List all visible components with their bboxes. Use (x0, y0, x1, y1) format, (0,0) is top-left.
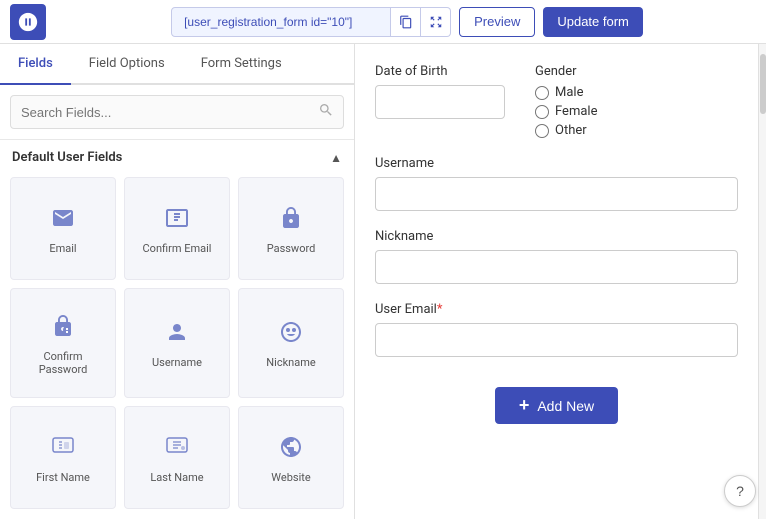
field-card-confirm-email[interactable]: Confirm Email (124, 177, 230, 280)
confirm-password-label: Confirm Password (19, 350, 107, 376)
field-card-first-name[interactable]: First Name (10, 406, 116, 509)
nickname-field-input[interactable] (375, 250, 738, 284)
help-button[interactable]: ? (724, 475, 756, 507)
user-email-field-input[interactable] (375, 323, 738, 357)
nickname-field-group: Nickname (375, 229, 738, 284)
username-label: Username (152, 356, 202, 369)
field-card-last-name[interactable]: Last Name (124, 406, 230, 509)
email-label: Email (49, 242, 76, 255)
search-box (0, 85, 354, 140)
gender-other-radio[interactable] (535, 124, 549, 138)
add-new-bar: + Add New (375, 375, 738, 438)
shortcode-bar: Preview Update form (58, 7, 756, 37)
user-email-field-group: User Email* (375, 302, 738, 357)
gender-female-radio[interactable] (535, 105, 549, 119)
field-card-nickname[interactable]: Nickname (238, 288, 344, 399)
confirm-email-label: Confirm Email (143, 242, 212, 255)
last-name-label: Last Name (150, 471, 203, 484)
scrollbar-thumb (760, 54, 766, 114)
search-input[interactable] (10, 95, 344, 129)
nickname-label: Nickname (266, 356, 315, 369)
confirm-password-icon (51, 314, 75, 344)
field-card-website[interactable]: Website (238, 406, 344, 509)
tab-field-options[interactable]: Field Options (71, 44, 183, 85)
gender-male-radio[interactable] (535, 86, 549, 100)
gender-female[interactable]: Female (535, 104, 597, 119)
add-new-label: Add New (537, 398, 594, 414)
right-scrollbar[interactable] (758, 44, 766, 519)
first-name-icon (51, 435, 75, 465)
form-preview-content: Date of Birth Gender Male Female (355, 44, 758, 519)
website-label: Website (271, 471, 310, 484)
fields-grid: Email Confirm Email Password (0, 173, 354, 519)
header: Preview Update form (0, 0, 766, 44)
update-form-button[interactable]: Update form (543, 7, 643, 37)
field-card-confirm-password[interactable]: Confirm Password (10, 288, 116, 399)
username-icon (165, 320, 189, 350)
search-icon (318, 102, 334, 122)
gender-other[interactable]: Other (535, 123, 597, 138)
section-header: Default User Fields ▲ (0, 140, 354, 173)
expand-button[interactable] (421, 7, 451, 37)
username-field-group: Username (375, 156, 738, 211)
username-field-input[interactable] (375, 177, 738, 211)
logo-icon (17, 11, 39, 33)
gender-male-label: Male (555, 85, 583, 100)
section-label: Default User Fields (12, 150, 122, 165)
date-of-birth-section: Date of Birth (375, 64, 505, 119)
required-marker: * (437, 302, 443, 317)
gender-other-label: Other (555, 123, 587, 138)
collapse-arrow[interactable]: ▲ (330, 151, 342, 165)
username-field-label: Username (375, 156, 738, 171)
tab-fields[interactable]: Fields (0, 44, 71, 85)
tab-form-settings[interactable]: Form Settings (183, 44, 300, 85)
plus-icon: + (519, 395, 530, 416)
add-new-button[interactable]: + Add New (495, 387, 618, 424)
tabs: Fields Field Options Form Settings (0, 44, 354, 85)
field-card-username[interactable]: Username (124, 288, 230, 399)
password-label: Password (267, 242, 316, 255)
sidebar: Fields Field Options Form Settings Defau… (0, 44, 355, 519)
last-name-icon (165, 435, 189, 465)
gender-male[interactable]: Male (535, 85, 597, 100)
password-icon (279, 206, 303, 236)
user-email-field-label: User Email* (375, 302, 738, 317)
confirm-email-icon (165, 206, 189, 236)
first-name-label: First Name (36, 471, 90, 484)
gender-section: Gender Male Female Other (535, 64, 597, 138)
nickname-icon (279, 320, 303, 350)
gender-label: Gender (535, 64, 597, 79)
field-card-password[interactable]: Password (238, 177, 344, 280)
date-of-birth-input[interactable] (375, 85, 505, 119)
email-icon (51, 206, 75, 236)
preview-button[interactable]: Preview (459, 7, 535, 37)
date-of-birth-label: Date of Birth (375, 64, 505, 79)
website-icon (279, 435, 303, 465)
shortcode-input[interactable] (171, 7, 391, 37)
date-gender-row: Date of Birth Gender Male Female (375, 64, 738, 138)
gender-female-label: Female (555, 104, 597, 119)
main-layout: Fields Field Options Form Settings Defau… (0, 44, 766, 519)
field-card-email[interactable]: Email (10, 177, 116, 280)
logo (10, 4, 46, 40)
gender-radio-group: Male Female Other (535, 85, 597, 138)
nickname-field-label: Nickname (375, 229, 738, 244)
copy-button[interactable] (391, 7, 421, 37)
